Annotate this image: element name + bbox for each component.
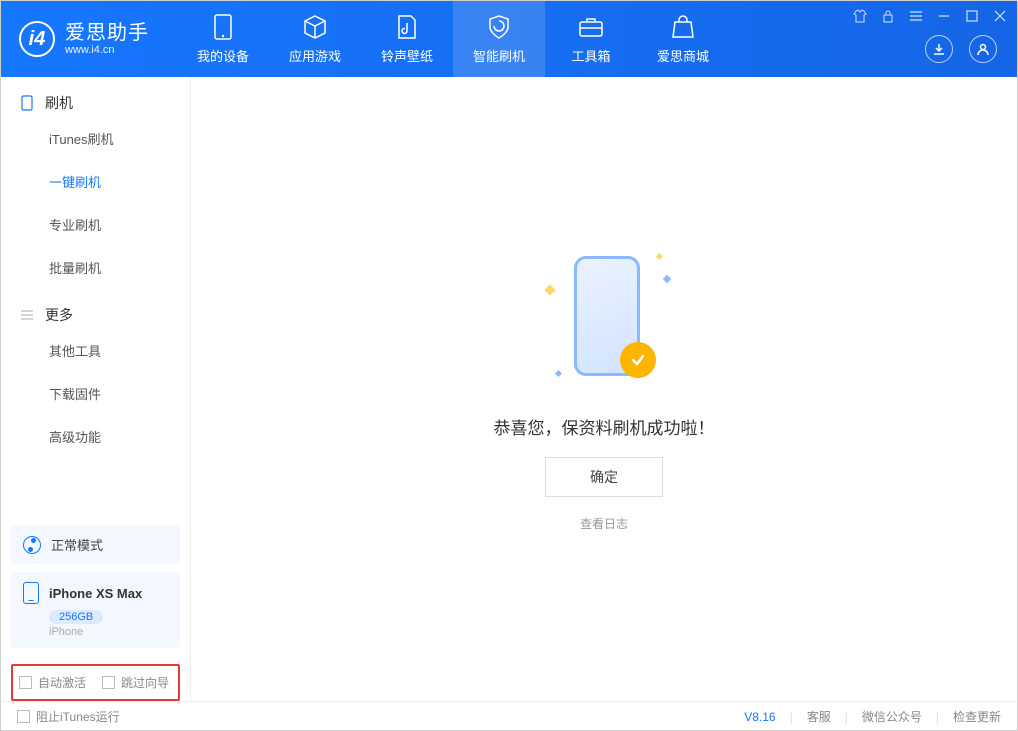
device-icon xyxy=(19,95,35,111)
nav-tab-wallpaper[interactable]: 铃声壁纸 xyxy=(361,1,453,77)
section-title: 更多 xyxy=(45,305,73,325)
nav-label: 爱思商城 xyxy=(657,46,709,65)
phone-icon xyxy=(23,582,39,604)
checkbox-auto-activate[interactable]: 自动激活 xyxy=(19,674,86,691)
sparkle-icon xyxy=(544,284,555,295)
sidebar-item-other-tools[interactable]: 其他工具 xyxy=(1,329,190,372)
view-log-link[interactable]: 查看日志 xyxy=(580,515,628,532)
sidebar-item-onekey-flash[interactable]: 一键刷机 xyxy=(1,160,190,203)
sidebar-item-itunes-flash[interactable]: iTunes刷机 xyxy=(1,117,190,160)
nav-label: 智能刷机 xyxy=(473,46,525,65)
app-header: i4 爱思助手 www.i4.cn 我的设备 应用游戏 铃声壁纸 智能刷机 工具… xyxy=(1,1,1017,77)
user-icon[interactable] xyxy=(969,35,997,63)
version-label: V8.16 xyxy=(744,710,775,724)
nav-label: 铃声壁纸 xyxy=(381,46,433,65)
sidebar-section-more: 更多 xyxy=(1,289,190,329)
minimize-button[interactable] xyxy=(935,7,953,25)
shield-icon xyxy=(486,14,512,40)
nav-tab-apps[interactable]: 应用游戏 xyxy=(269,1,361,77)
sidebar-section-flash: 刷机 xyxy=(1,77,190,117)
ok-button[interactable]: 确定 xyxy=(545,457,663,497)
sparkle-icon xyxy=(656,253,663,260)
nav-label: 我的设备 xyxy=(197,46,249,65)
options-highlighted-row: 自动激活 跳过向导 xyxy=(11,664,180,701)
mode-icon xyxy=(23,536,41,554)
shirt-icon[interactable] xyxy=(851,7,869,25)
window-controls xyxy=(851,7,1009,25)
lock-icon[interactable] xyxy=(879,7,897,25)
device-name: iPhone XS Max xyxy=(49,586,142,601)
nav-label: 工具箱 xyxy=(571,46,610,65)
sidebar-item-batch-flash[interactable]: 批量刷机 xyxy=(1,246,190,289)
nav-tab-toolbox[interactable]: 工具箱 xyxy=(545,1,637,77)
logo-area: i4 爱思助手 www.i4.cn xyxy=(1,21,167,57)
mode-indicator[interactable]: 正常模式 xyxy=(11,525,180,564)
checkbox-label: 跳过向导 xyxy=(121,674,169,691)
maximize-button[interactable] xyxy=(963,7,981,25)
list-icon xyxy=(19,307,35,323)
logo-icon: i4 xyxy=(19,21,55,57)
checkbox-icon xyxy=(17,710,30,723)
storage-badge: 256GB xyxy=(49,610,103,624)
checkbox-block-itunes[interactable]: 阻止iTunes运行 xyxy=(17,708,120,725)
nav-tab-store[interactable]: 爱思商城 xyxy=(637,1,729,77)
app-subtitle: www.i4.cn xyxy=(65,44,149,56)
nav-tab-flash[interactable]: 智能刷机 xyxy=(453,1,545,77)
device-panel[interactable]: iPhone XS Max 256GB iPhone xyxy=(11,572,180,648)
bag-icon xyxy=(670,14,696,40)
mode-label: 正常模式 xyxy=(51,535,103,554)
checkbox-icon xyxy=(102,676,115,689)
download-icon[interactable] xyxy=(925,35,953,63)
phone-icon xyxy=(210,14,236,40)
nav-tabs: 我的设备 应用游戏 铃声壁纸 智能刷机 工具箱 爱思商城 xyxy=(177,1,729,77)
device-subtype: iPhone xyxy=(49,626,168,638)
checkbox-skip-wizard[interactable]: 跳过向导 xyxy=(102,674,169,691)
menu-icon[interactable] xyxy=(907,7,925,25)
footer-link-update[interactable]: 检查更新 xyxy=(953,708,1001,725)
divider: | xyxy=(790,710,793,724)
footer-link-wechat[interactable]: 微信公众号 xyxy=(862,708,922,725)
status-bar: 阻止iTunes运行 V8.16 | 客服 | 微信公众号 | 检查更新 xyxy=(1,701,1017,731)
toolbox-icon xyxy=(578,14,604,40)
sparkle-icon xyxy=(555,370,562,377)
close-button[interactable] xyxy=(991,7,1009,25)
app-title: 爱思助手 xyxy=(65,22,149,44)
nav-tab-device[interactable]: 我的设备 xyxy=(177,1,269,77)
cube-icon xyxy=(302,14,328,40)
checkmark-icon xyxy=(620,342,656,378)
success-illustration xyxy=(524,246,684,396)
sparkle-icon xyxy=(663,275,671,283)
nav-label: 应用游戏 xyxy=(289,46,341,65)
section-title: 刷机 xyxy=(45,93,73,113)
sidebar-item-download-firmware[interactable]: 下载固件 xyxy=(1,372,190,415)
sidebar-item-advanced[interactable]: 高级功能 xyxy=(1,415,190,458)
divider: | xyxy=(845,710,848,724)
checkbox-icon xyxy=(19,676,32,689)
header-action-icons xyxy=(925,35,997,63)
checkbox-label: 自动激活 xyxy=(38,674,86,691)
success-message: 恭喜您，保资料刷机成功啦！ xyxy=(494,414,715,439)
sidebar-item-pro-flash[interactable]: 专业刷机 xyxy=(1,203,190,246)
main-content: 恭喜您，保资料刷机成功啦！ 确定 查看日志 xyxy=(191,77,1017,701)
divider: | xyxy=(936,710,939,724)
sidebar: 刷机 iTunes刷机 一键刷机 专业刷机 批量刷机 更多 其他工具 下载固件 … xyxy=(1,77,191,701)
music-file-icon xyxy=(394,14,420,40)
footer-link-service[interactable]: 客服 xyxy=(807,708,831,725)
checkbox-label: 阻止iTunes运行 xyxy=(36,708,120,725)
